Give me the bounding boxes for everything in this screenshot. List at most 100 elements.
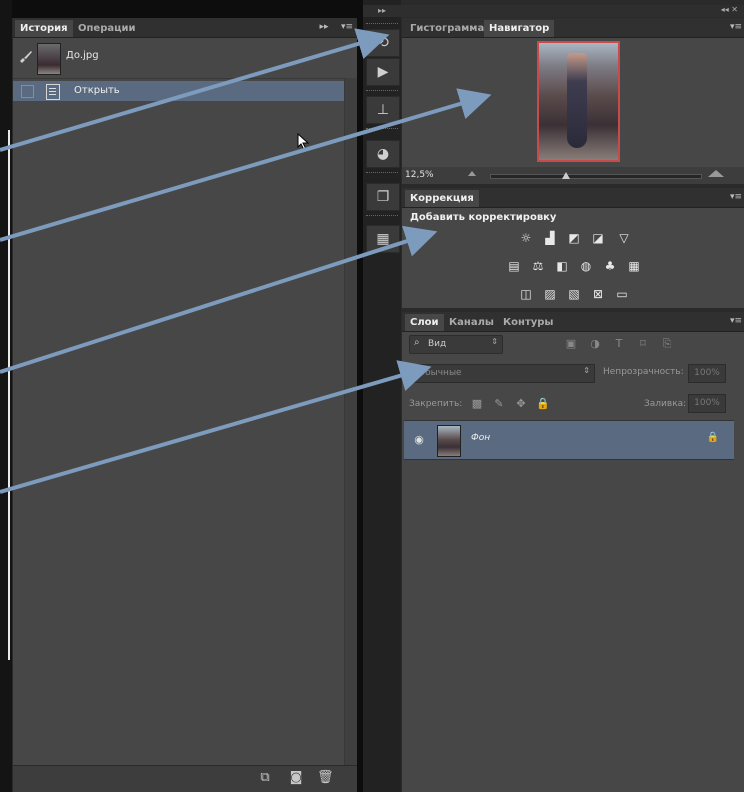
layer-thumbnail	[437, 425, 461, 457]
lock-pixels-icon[interactable]: ✎	[492, 397, 506, 411]
tab-paths[interactable]: Контуры	[498, 314, 558, 331]
adjustment-filter-icon[interactable]: ◑	[588, 337, 602, 351]
zoom-value[interactable]: 12,5%	[405, 170, 434, 180]
history-scrollbar[interactable]	[344, 78, 357, 766]
background-strip	[0, 0, 12, 792]
layers-panel: Слои Каналы Контуры ▾≡ ⌕ Вид ⇕ ▣ ◑ T ⌑ ⎘…	[402, 312, 744, 792]
exposure-icon[interactable]: ◪	[590, 230, 606, 246]
tab-channels[interactable]: Каналы	[444, 314, 499, 331]
tool-presets-icon[interactable]: ⊥	[366, 96, 400, 124]
document-edge	[8, 130, 10, 660]
type-filter-icon[interactable]: T	[612, 337, 626, 351]
grid-icon[interactable]: ▦	[366, 225, 400, 253]
snapshot-thumbnail	[37, 43, 61, 75]
swatches-icon[interactable]: ◕	[366, 140, 400, 168]
navigator-preview-image[interactable]	[537, 41, 620, 162]
threshold-icon[interactable]: ▧	[566, 286, 582, 302]
adjustments-panel: Коррекция ▾≡ Добавить корректировку ☼ ▟ …	[402, 188, 744, 308]
gradient-map-icon[interactable]: ▭	[614, 286, 630, 302]
camera-snapshot-icon[interactable]: ◙	[288, 770, 304, 786]
layer-row[interactable]: ◉ Фон 🔒	[404, 420, 734, 460]
trash-icon[interactable]: 🗑	[317, 770, 334, 786]
snapshot-label: До.jpg	[66, 50, 99, 61]
tab-histogram[interactable]: Гистограмма	[405, 20, 489, 37]
pixel-filter-icon[interactable]: ▣	[564, 337, 578, 351]
zoom-slider-thumb[interactable]	[562, 172, 570, 179]
history-snapshot[interactable]: До.jpg	[13, 38, 357, 79]
dropdown-arrows-icon: ⇕	[583, 366, 590, 375]
navigator-tabbar: Гистограмма Навигатор ▾≡	[402, 18, 744, 38]
layer-lock-icon[interactable]: 🔒	[706, 432, 720, 446]
posterize-icon[interactable]: ▨	[542, 286, 558, 302]
panel-menu-icon[interactable]: ▾≡	[341, 21, 353, 33]
tab-navigator[interactable]: Навигатор	[484, 20, 555, 37]
blend-mode-dropdown[interactable]: Обычные ⇕	[409, 364, 595, 383]
lock-all-icon[interactable]: 🔒	[536, 397, 550, 411]
channel-mixer-icon[interactable]: ♣	[602, 258, 618, 274]
tab-actions[interactable]: Операции	[73, 20, 141, 37]
collapse-icon[interactable]: ◂◂ ✕	[721, 5, 738, 14]
brightness-icon[interactable]: ☼	[518, 230, 534, 246]
layer-name[interactable]: Фон	[471, 433, 490, 443]
lock-transparency-icon[interactable]: ▩	[470, 397, 484, 411]
dock-grip	[366, 172, 398, 176]
dock-grip	[366, 128, 398, 132]
lock-position-icon[interactable]: ✥	[514, 397, 528, 411]
document-icon	[46, 84, 60, 100]
selective-color-icon[interactable]: ⊠	[590, 286, 606, 302]
vibrance-icon[interactable]: ▽	[616, 230, 632, 246]
lock-label: Закрепить:	[409, 399, 463, 409]
black-white-icon[interactable]: ◧	[554, 258, 570, 274]
navigator-panel: Гистограмма Навигатор ▾≡ 12,5%	[402, 18, 744, 184]
shape-filter-icon[interactable]: ⌑	[636, 337, 650, 351]
panel-menu-icon[interactable]: ▾≡	[730, 21, 742, 33]
invert-icon[interactable]: ◫	[518, 286, 534, 302]
dock-expand-icon[interactable]: ▸▸	[363, 5, 401, 17]
levels-icon[interactable]: ▟	[542, 230, 558, 246]
opacity-label: Непрозрачность:	[603, 367, 684, 377]
filter-label: Вид	[428, 339, 447, 349]
visibility-eye-icon[interactable]: ◉	[412, 433, 426, 447]
panel-menu-icon[interactable]: ▾≡	[730, 315, 742, 327]
mouse-cursor-icon	[297, 133, 309, 151]
styles-icon[interactable]: ❐	[366, 183, 400, 211]
history-row[interactable]: Открыть	[13, 81, 345, 101]
dock-grip	[366, 23, 398, 27]
tab-layers[interactable]: Слои	[405, 314, 444, 331]
history-icon[interactable]: ⟲	[366, 29, 400, 57]
dropdown-arrows-icon: ⇕	[491, 337, 498, 346]
zoom-out-icon[interactable]	[468, 171, 476, 176]
history-tabbar: История Операции ▸▸ ▾≡	[13, 18, 357, 38]
adjustments-tabbar: Коррекция ▾≡	[402, 188, 744, 208]
layer-filter-dropdown[interactable]: ⌕ Вид ⇕	[409, 335, 503, 354]
smart-object-filter-icon[interactable]: ⎘	[660, 337, 674, 351]
zoom-slider[interactable]	[490, 174, 702, 179]
color-lookup-icon[interactable]: ▦	[626, 258, 642, 274]
curves-icon[interactable]: ◩	[566, 230, 582, 246]
tab-adjustments[interactable]: Коррекция	[405, 190, 479, 207]
new-document-from-state-icon[interactable]: ⧉	[257, 770, 273, 786]
zoom-in-icon[interactable]	[708, 170, 724, 177]
color-balance-icon[interactable]: ⚖	[530, 258, 546, 274]
right-dock-header: ◂◂ ✕	[401, 5, 744, 17]
hue-saturation-icon[interactable]: ▤	[506, 258, 522, 274]
history-brush-icon[interactable]	[19, 50, 33, 64]
dock-grip	[366, 90, 398, 94]
tab-history[interactable]: История	[15, 20, 73, 37]
opacity-input[interactable]: 100%	[688, 364, 726, 383]
collapse-icon[interactable]: ▸▸	[318, 21, 330, 33]
photo-filter-icon[interactable]: ◍	[578, 258, 594, 274]
fill-input[interactable]: 100%	[688, 394, 726, 413]
history-source-checkbox[interactable]	[21, 85, 34, 98]
blend-mode-label: Обычные	[418, 368, 462, 378]
panel-menu-icon[interactable]: ▾≡	[730, 191, 742, 203]
fill-label: Заливка:	[644, 399, 687, 409]
play-actions-icon[interactable]: ▶	[366, 58, 400, 86]
dock-grip	[366, 215, 398, 219]
navigator-zoom-bar: 12,5%	[402, 167, 744, 184]
layers-tabbar: Слои Каналы Контуры ▾≡	[402, 312, 744, 332]
adjustments-title: Добавить корректировку	[410, 212, 557, 223]
history-bottom-bar: ⧉ ◙ 🗑	[13, 765, 357, 792]
history-row-label: Открыть	[74, 85, 120, 96]
search-icon: ⌕	[414, 337, 420, 348]
